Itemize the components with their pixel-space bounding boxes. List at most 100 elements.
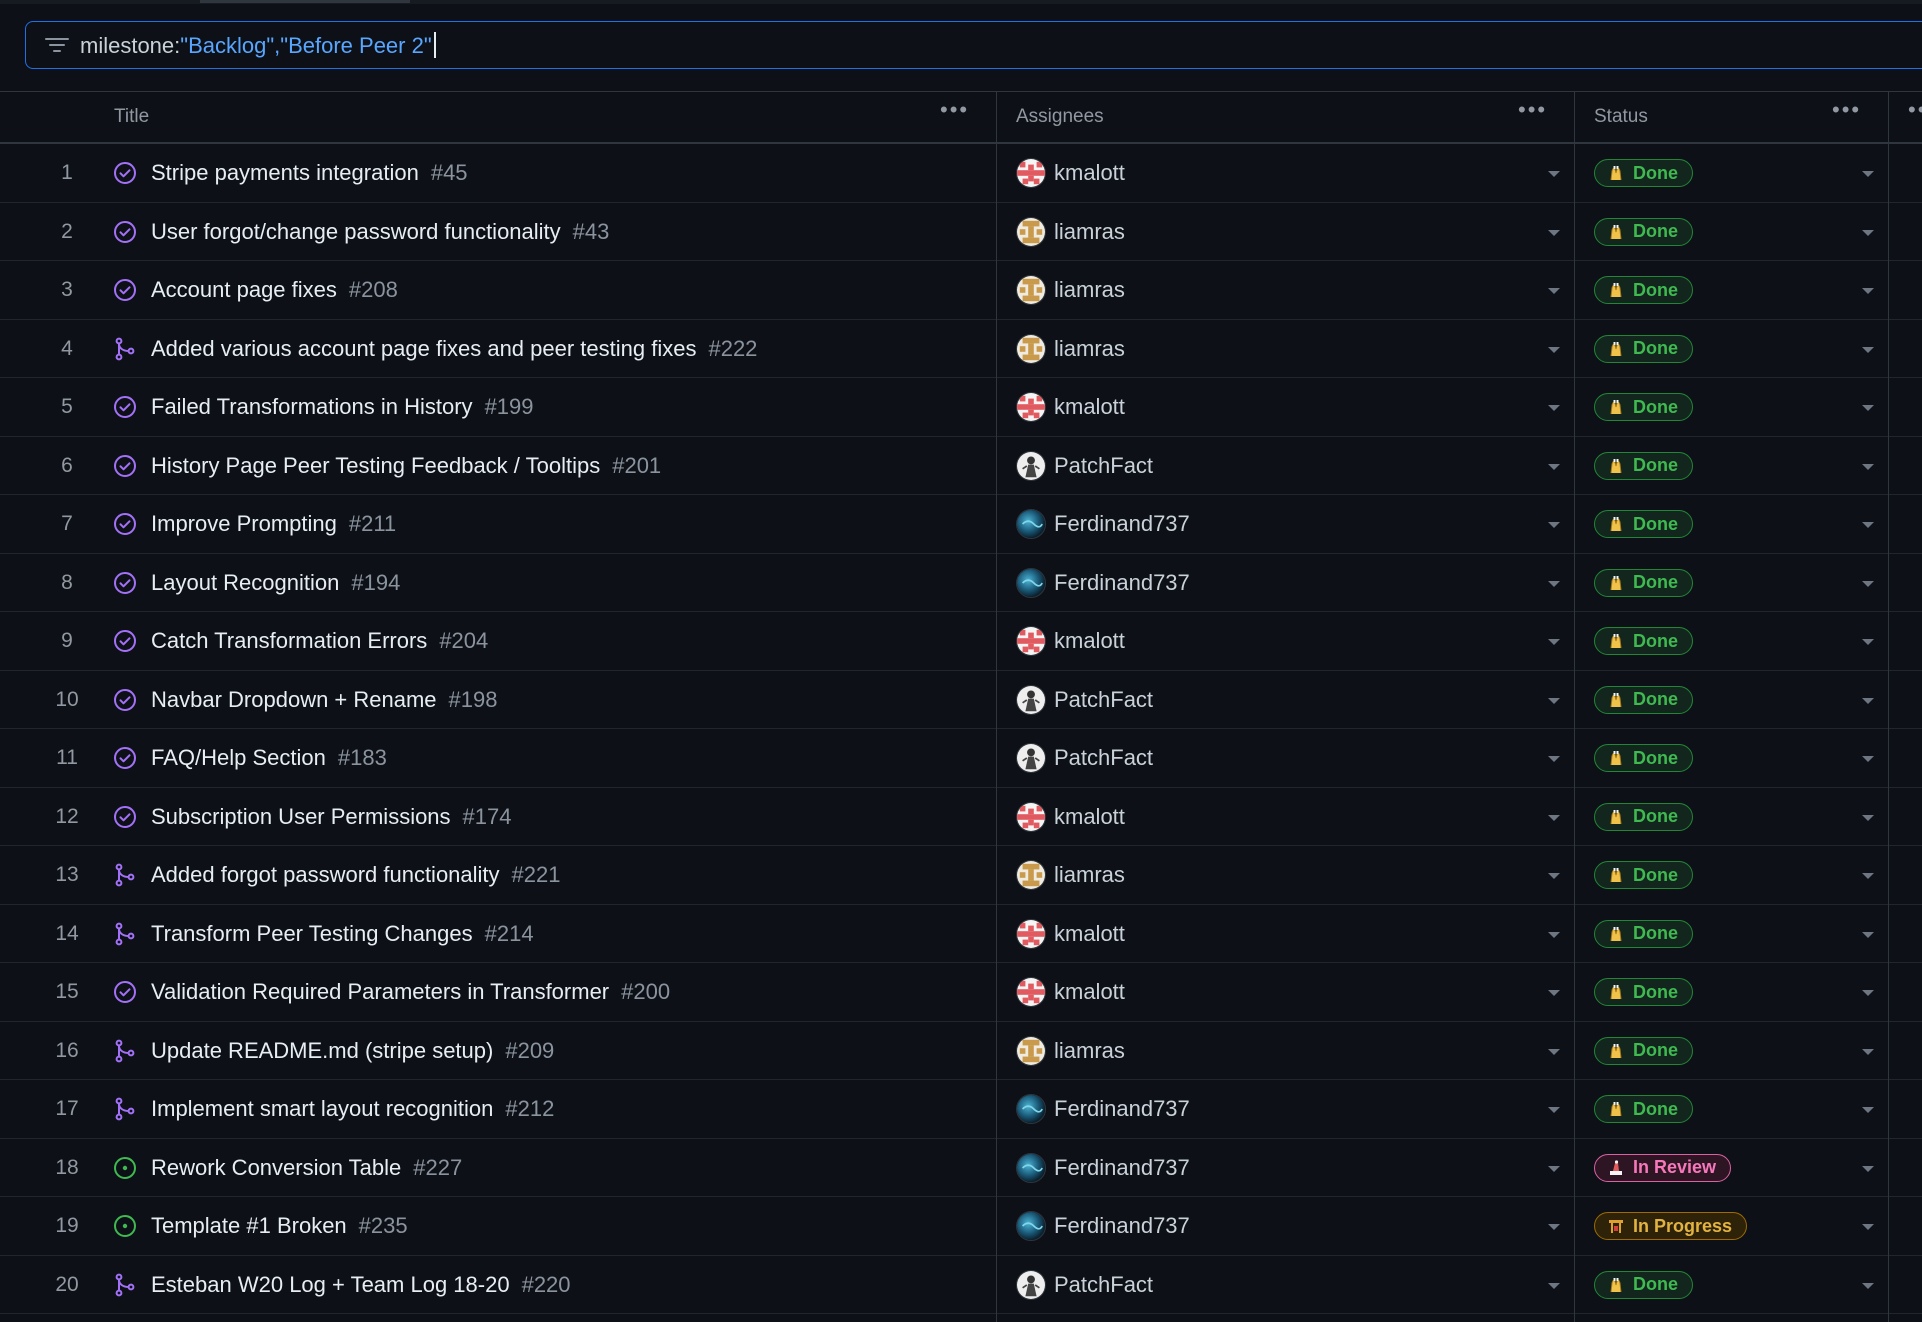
avatar[interactable] bbox=[1016, 1269, 1046, 1300]
assignee-dropdown-icon[interactable] bbox=[1548, 171, 1560, 177]
avatar[interactable] bbox=[1016, 743, 1046, 773]
assignee-dropdown-icon[interactable] bbox=[1548, 1048, 1560, 1055]
status-done-badge[interactable]: Done bbox=[1594, 744, 1693, 772]
status-column-menu-icon[interactable]: ••• bbox=[1832, 99, 1861, 121]
assignee-dropdown-icon[interactable] bbox=[1548, 697, 1560, 704]
item-title-link[interactable]: Catch Transformation Errors #204 bbox=[151, 612, 488, 670]
avatar[interactable] bbox=[1016, 1094, 1046, 1124]
table-row[interactable]: 3 Account page fixes #208 liamras Done bbox=[0, 261, 1922, 320]
table-row[interactable]: 5 Failed Transformations in History #199 km… bbox=[0, 378, 1922, 437]
assignee-dropdown-icon[interactable] bbox=[1548, 814, 1560, 821]
assignee-name[interactable]: kmalott bbox=[1054, 963, 1125, 1021]
table-row[interactable]: 12 Subscription User Permissions #174 kmalo… bbox=[0, 788, 1922, 846]
status-dropdown-icon[interactable] bbox=[1862, 1224, 1874, 1230]
item-title[interactable]: Transform Peer Testing Changes bbox=[151, 921, 473, 946]
status-dropdown-icon[interactable] bbox=[1862, 1165, 1874, 1172]
status-dropdown-icon[interactable] bbox=[1862, 1282, 1874, 1289]
status-done-badge[interactable]: Done bbox=[1594, 217, 1693, 246]
avatar[interactable] bbox=[1016, 567, 1046, 598]
item-title-link[interactable]: Esteban W20 Log + Team Log 18-20 #220 bbox=[151, 1256, 571, 1314]
assignee-name[interactable]: Ferdinand737 bbox=[1054, 554, 1190, 612]
assignee-name[interactable]: kmalott bbox=[1054, 378, 1125, 436]
status-dropdown-icon[interactable] bbox=[1862, 580, 1874, 587]
assignee-dropdown-icon[interactable] bbox=[1548, 639, 1560, 645]
assignee-name[interactable]: Ferdinand737 bbox=[1054, 1197, 1190, 1255]
title-column-menu-icon[interactable]: ••• bbox=[940, 99, 969, 121]
item-title-link[interactable]: Navbar Dropdown + Rename #198 bbox=[151, 671, 498, 729]
table-row[interactable]: 4 Added various account page fixes and pe… bbox=[0, 320, 1922, 378]
table-row[interactable]: 7 Improve Prompting #211 Ferdinand737 Done bbox=[0, 495, 1922, 554]
column-header-status[interactable]: Status bbox=[1594, 92, 1648, 142]
table-row[interactable]: 2 User forgot/change password functionali… bbox=[0, 203, 1922, 261]
assignee-name[interactable]: liamras bbox=[1054, 320, 1125, 378]
status-dropdown-icon[interactable] bbox=[1862, 756, 1874, 762]
assignee-dropdown-icon[interactable] bbox=[1548, 580, 1560, 587]
avatar[interactable] bbox=[1016, 333, 1046, 364]
status-done-badge[interactable]: Done bbox=[1594, 451, 1693, 480]
avatar[interactable] bbox=[1016, 684, 1046, 715]
assignee-dropdown-icon[interactable] bbox=[1548, 873, 1560, 879]
status-dropdown-icon[interactable] bbox=[1862, 814, 1874, 821]
filter-bar[interactable]: milestone:"Backlog","Before Peer 2" bbox=[25, 21, 1922, 69]
status-dropdown-icon[interactable] bbox=[1862, 990, 1874, 996]
item-title[interactable]: Account page fixes bbox=[151, 277, 337, 302]
more-columns-icon[interactable]: ••• bbox=[1908, 99, 1922, 121]
column-divider[interactable] bbox=[1574, 91, 1575, 1322]
item-title-link[interactable]: Rework Conversion Table #227 bbox=[151, 1139, 462, 1197]
assignee-dropdown-icon[interactable] bbox=[1548, 346, 1560, 353]
status-done-badge[interactable]: Done bbox=[1594, 1270, 1693, 1299]
item-title-link[interactable]: Layout Recognition #194 bbox=[151, 554, 400, 612]
assignee-name[interactable]: kmalott bbox=[1054, 612, 1125, 670]
status-dropdown-icon[interactable] bbox=[1862, 288, 1874, 294]
table-row[interactable]: 6 History Page Peer Testing Feedback / To… bbox=[0, 437, 1922, 495]
status-dropdown-icon[interactable] bbox=[1862, 405, 1874, 411]
item-title-link[interactable]: Added various account page fixes and pee… bbox=[151, 320, 757, 378]
item-title[interactable]: User forgot/change password functionalit… bbox=[151, 219, 561, 244]
item-title-link[interactable]: User forgot/change password functionalit… bbox=[151, 203, 609, 261]
status-in-progress-badge[interactable]: In Progress bbox=[1594, 1212, 1748, 1240]
avatar[interactable] bbox=[1016, 158, 1046, 188]
item-title[interactable]: Update README.md (stripe setup) bbox=[151, 1038, 493, 1063]
avatar[interactable] bbox=[1016, 509, 1046, 539]
avatar[interactable] bbox=[1016, 977, 1046, 1007]
item-title-link[interactable]: Stripe payments integration #45 bbox=[151, 144, 468, 202]
item-title-link[interactable]: Account page fixes #208 bbox=[151, 261, 398, 319]
column-header-assignees[interactable]: Assignees bbox=[1016, 92, 1104, 142]
table-row[interactable]: 13 Added forgot password functionality #22… bbox=[0, 846, 1922, 905]
status-done-badge[interactable]: Done bbox=[1594, 1095, 1693, 1123]
status-dropdown-icon[interactable] bbox=[1862, 171, 1874, 177]
status-dropdown-icon[interactable] bbox=[1862, 522, 1874, 528]
assignee-name[interactable]: PatchFact bbox=[1054, 1256, 1153, 1314]
assignee-dropdown-icon[interactable] bbox=[1548, 1282, 1560, 1289]
assignee-name[interactable]: liamras bbox=[1054, 1022, 1125, 1080]
status-dropdown-icon[interactable] bbox=[1862, 463, 1874, 470]
table-row[interactable]: 17 Implement smart layout recognition #212… bbox=[0, 1080, 1922, 1139]
table-row[interactable]: 18 Rework Conversion Table #227 Ferdinand73… bbox=[0, 1139, 1922, 1197]
item-title-link[interactable]: Update README.md (stripe setup) #209 bbox=[151, 1022, 554, 1080]
item-title-link[interactable]: Template #1 Broken #235 bbox=[151, 1197, 408, 1255]
item-title[interactable]: Layout Recognition bbox=[151, 570, 339, 595]
avatar[interactable] bbox=[1016, 392, 1046, 422]
table-row[interactable]: 14 Transform Peer Testing Changes #214 kmal… bbox=[0, 905, 1922, 963]
table-row[interactable]: 11 FAQ/Help Section #183 PatchFact Done bbox=[0, 729, 1922, 788]
status-dropdown-icon[interactable] bbox=[1862, 229, 1874, 236]
avatar[interactable] bbox=[1016, 1152, 1046, 1183]
assignee-dropdown-icon[interactable] bbox=[1548, 1107, 1560, 1113]
item-title[interactable]: Implement smart layout recognition bbox=[151, 1096, 493, 1121]
assignee-name[interactable]: kmalott bbox=[1054, 905, 1125, 963]
column-divider[interactable] bbox=[996, 91, 997, 1322]
avatar[interactable] bbox=[1016, 860, 1046, 890]
status-done-badge[interactable]: Done bbox=[1594, 159, 1693, 187]
assignee-name[interactable]: liamras bbox=[1054, 846, 1125, 904]
assignee-dropdown-icon[interactable] bbox=[1548, 1165, 1560, 1172]
item-title[interactable]: Template #1 Broken bbox=[151, 1213, 347, 1238]
avatar[interactable] bbox=[1016, 216, 1046, 247]
table-row[interactable]: 10 Navbar Dropdown + Rename #198 PatchFact D… bbox=[0, 671, 1922, 729]
avatar[interactable] bbox=[1016, 450, 1046, 481]
item-title-link[interactable]: Transform Peer Testing Changes #214 bbox=[151, 905, 534, 963]
status-done-badge[interactable]: Done bbox=[1594, 510, 1693, 538]
assignee-dropdown-icon[interactable] bbox=[1548, 990, 1560, 996]
item-title[interactable]: Esteban W20 Log + Team Log 18-20 bbox=[151, 1272, 510, 1297]
status-done-badge[interactable]: Done bbox=[1594, 861, 1693, 889]
status-done-badge[interactable]: Done bbox=[1594, 568, 1693, 597]
